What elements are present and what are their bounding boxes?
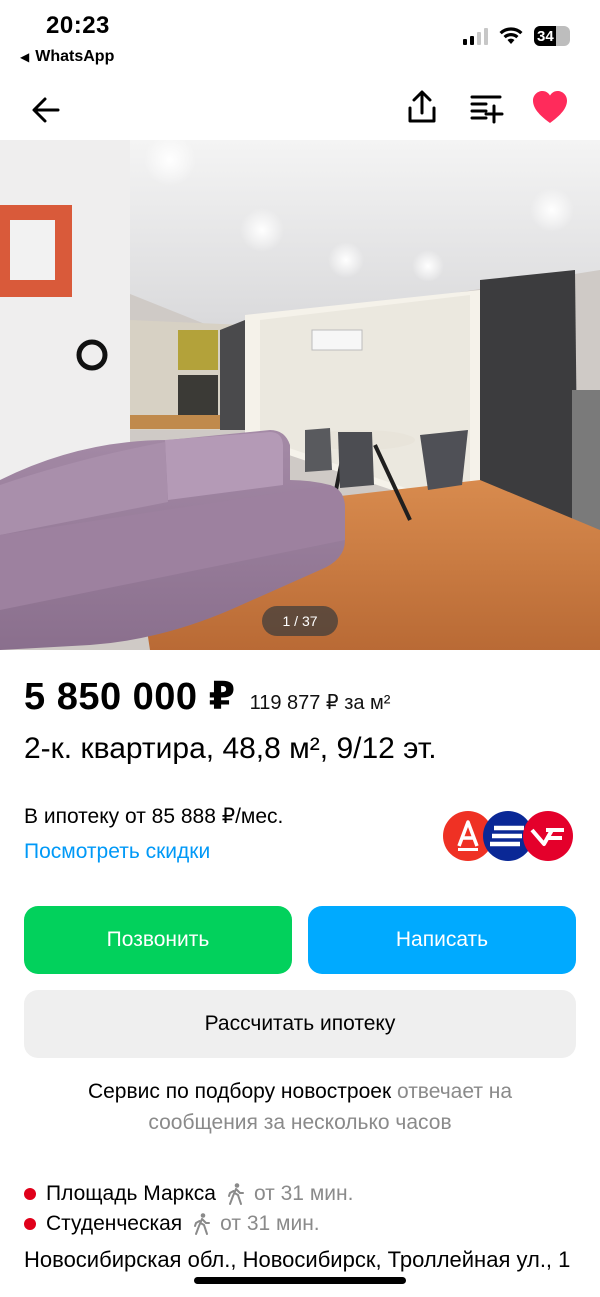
metro-walk-time: от 31 мин. (220, 1212, 320, 1235)
arrow-left-icon[interactable] (26, 90, 66, 130)
listing-title: 2-к. квартира, 48,8 м², 9/12 эт. (24, 732, 437, 765)
metro-station-name: Площадь Маркса (46, 1182, 216, 1205)
write-message-button[interactable]: Написать (308, 906, 576, 974)
apartment-photo (0, 140, 600, 650)
photo-counter: 1 / 37 (262, 606, 338, 636)
price: 5 850 000 ₽ (24, 676, 236, 718)
back-app-label: WhatsApp (35, 48, 115, 65)
photo-gallery[interactable] (0, 140, 600, 650)
back-triangle-icon: ◀ (20, 50, 30, 64)
calculate-mortgage-button[interactable]: Рассчитать ипотеку (24, 990, 576, 1058)
wifi-icon (499, 27, 523, 44)
signal-icon (463, 27, 488, 45)
status-indicators: 34 (463, 26, 570, 46)
back-to-app-link[interactable]: ◀ WhatsApp (20, 48, 114, 66)
compare-icon[interactable] (466, 88, 506, 128)
price-per-m2: 119 877 ₽ за м² (249, 692, 391, 714)
address: Новосибирская обл., Новосибирск, Троллей… (24, 1247, 571, 1272)
metro-station: Студенческая от 31 мин. (24, 1212, 320, 1236)
mortgage-info: В ипотеку от 85 888 ₽/мес. (24, 805, 284, 828)
top-nav-bar (0, 80, 600, 140)
see-discounts-link[interactable]: Посмотреть скидки (24, 840, 210, 864)
metro-line-dot (24, 1188, 36, 1200)
battery-icon: 34 (534, 26, 570, 46)
call-button[interactable]: Позвонить (24, 906, 292, 974)
seller-response-note: Сервис по подбору новостроек отвечает на… (40, 1076, 560, 1138)
status-bar: 20:23 ◀ WhatsApp 34 (0, 0, 600, 80)
metro-station: Площадь Маркса от 31 мин. (24, 1182, 353, 1206)
home-indicator[interactable] (194, 1277, 406, 1284)
seller-name[interactable]: Сервис по подбору новостроек (88, 1080, 391, 1103)
metro-station-name: Студенческая (46, 1212, 183, 1235)
bank-logo-icon (523, 811, 573, 861)
price-row: 5 850 000 ₽ 119 877 ₽ за м² (24, 674, 390, 719)
metro-walk-time: от 31 мин. (253, 1182, 354, 1205)
walking-person-icon (227, 1183, 244, 1205)
battery-level: 34 (537, 27, 554, 45)
heart-icon[interactable] (530, 88, 570, 128)
share-icon[interactable] (402, 88, 442, 128)
walking-person-icon (194, 1213, 211, 1235)
metro-line-dot (24, 1218, 36, 1230)
status-time: 20:23 (46, 12, 110, 39)
partner-banks-logos[interactable] (440, 808, 580, 864)
